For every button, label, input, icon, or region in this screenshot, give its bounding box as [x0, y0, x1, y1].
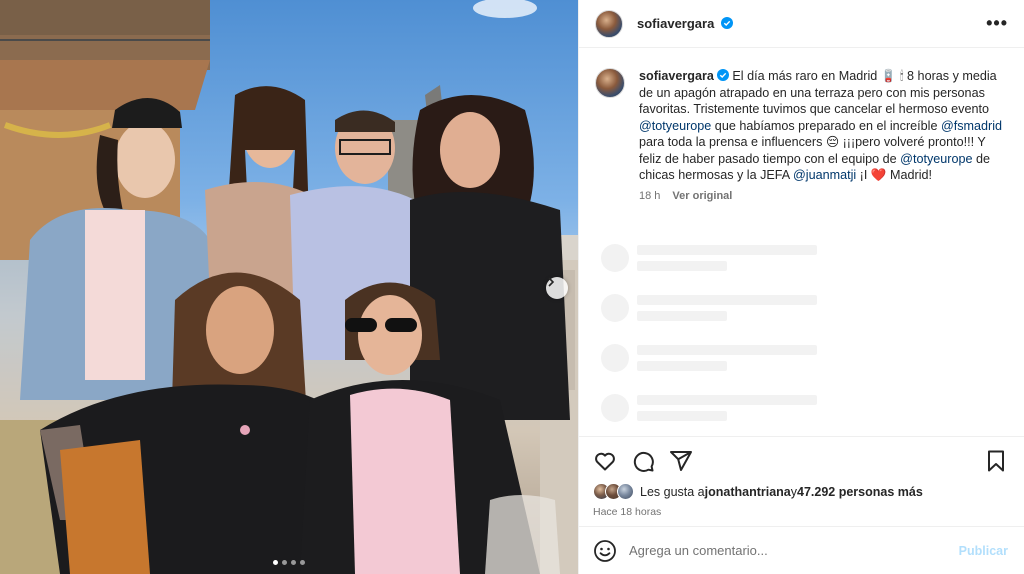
share-icon[interactable] — [669, 449, 693, 473]
caption-text: para toda la prensa e influencers — [639, 135, 826, 149]
emoji-sad: 😔 — [825, 135, 840, 149]
comment-loading-placeholder — [595, 294, 1008, 322]
skeleton-line — [637, 311, 727, 321]
author-username-text[interactable]: sofiavergara — [637, 16, 714, 31]
caption-avatar[interactable] — [595, 68, 625, 98]
skeleton-line — [637, 345, 817, 355]
skeleton-line — [637, 295, 817, 305]
caption-text: Madrid! — [886, 168, 933, 182]
carousel-dot — [273, 560, 278, 565]
comment-loading-placeholder — [595, 344, 1008, 372]
add-comment-bar: Publicar — [579, 526, 1024, 574]
emoji-heart: ❤️ — [870, 168, 887, 182]
post-photo — [0, 0, 578, 574]
comments-section: sofiavergara El día más raro en Madrid 🪫… — [579, 48, 1024, 436]
heart-icon[interactable] — [593, 449, 617, 473]
likes-prefix: Les gusta a — [640, 484, 705, 499]
mention-link[interactable]: @juanmatji — [793, 168, 856, 182]
chevron-right-icon — [548, 277, 555, 287]
skeleton-line — [637, 261, 727, 271]
comment-loading-placeholder — [595, 394, 1008, 422]
caption-username[interactable]: sofiavergara — [639, 69, 714, 83]
post-time: 18 h — [639, 189, 661, 202]
emoji-battery: 🪫 — [880, 69, 897, 83]
carousel-dot — [300, 560, 305, 565]
skeleton-line — [637, 245, 817, 255]
publish-button[interactable]: Publicar — [959, 544, 1008, 558]
comment-input[interactable] — [629, 543, 959, 558]
author-avatar[interactable] — [595, 9, 623, 38]
carousel-dot — [291, 560, 296, 565]
skeleton-line — [637, 411, 727, 421]
post-actions: Les gusta a jonathantriana y 47.292 pers… — [579, 436, 1024, 526]
post-header: sofiavergara ••• — [579, 0, 1024, 48]
skeleton-avatar — [601, 344, 629, 372]
carousel-dot — [282, 560, 287, 565]
caption-body: sofiavergara El día más raro en Madrid 🪫… — [639, 68, 1008, 204]
skeleton-line — [637, 395, 817, 405]
comment-loading-placeholder — [595, 244, 1008, 272]
next-photo-button[interactable] — [546, 277, 568, 299]
mention-link[interactable]: @fsmadrid — [941, 119, 1002, 133]
verified-badge-icon — [716, 69, 729, 81]
caption-text: que habíamos preparado en el increíble — [711, 118, 941, 133]
caption-meta: 18 h Ver original — [639, 188, 1008, 205]
liker-avatars — [593, 483, 634, 500]
action-icons — [593, 449, 1008, 473]
mention-link[interactable]: @totyeurope — [639, 119, 711, 133]
caption-text: El día más raro en Madrid — [732, 69, 881, 83]
see-original-link[interactable]: Ver original — [672, 190, 732, 202]
more-options-button[interactable]: ••• — [986, 13, 1008, 34]
post-side-panel: sofiavergara ••• sofiavergara El día más… — [578, 0, 1024, 574]
liker-username[interactable]: jonathantriana — [705, 485, 791, 499]
author-username[interactable]: sofiavergara — [637, 16, 733, 31]
skeleton-line — [637, 361, 727, 371]
skeleton-avatar — [601, 294, 629, 322]
mention-link[interactable]: @totyeurope — [900, 152, 972, 166]
post-caption: sofiavergara El día más raro en Madrid 🪫… — [595, 68, 1008, 204]
liker-avatar — [617, 483, 634, 500]
likes-summary: Les gusta a jonathantriana y 47.292 pers… — [593, 483, 1008, 500]
caption-text: ¡I — [856, 168, 871, 182]
post-media[interactable] — [0, 0, 578, 574]
comment-icon[interactable] — [631, 449, 655, 473]
skeleton-avatar — [601, 394, 629, 422]
emoji-icon[interactable] — [593, 539, 617, 563]
likes-count-link[interactable]: 47.292 personas más — [797, 485, 923, 499]
verified-badge-icon — [720, 17, 733, 29]
posted-ago: Hace 18 horas — [593, 506, 662, 518]
carousel-indicator — [0, 560, 578, 565]
bookmark-icon[interactable] — [984, 449, 1008, 473]
skeleton-avatar — [601, 244, 629, 272]
